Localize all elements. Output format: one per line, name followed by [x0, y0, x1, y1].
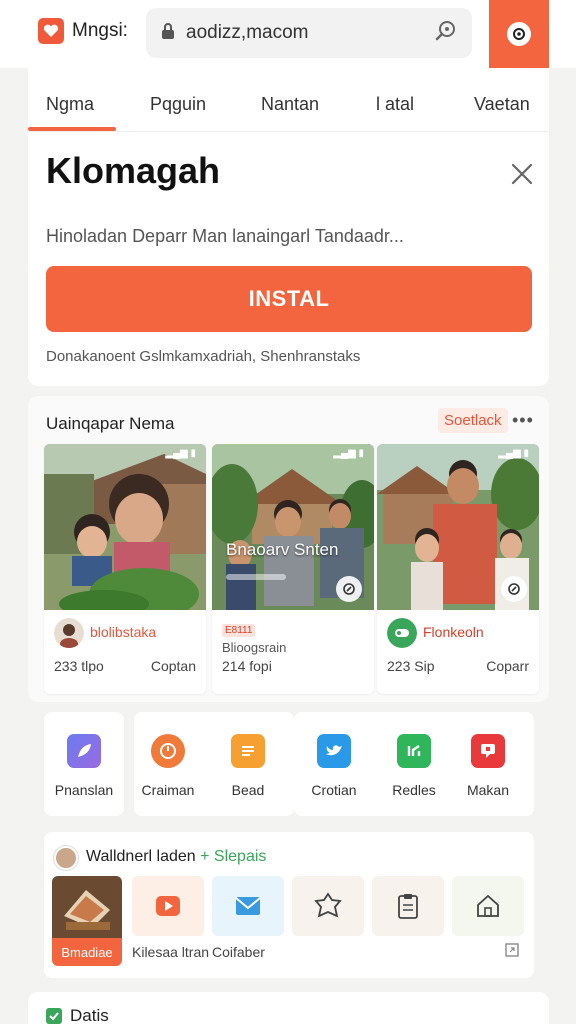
- section-title: Uainqapar Nema: [46, 414, 175, 433]
- expand-icon[interactable]: [504, 942, 520, 958]
- follow-title-text: Walldnerl laden: [86, 848, 196, 865]
- app-crotian[interactable]: Crotian: [294, 712, 374, 816]
- status-icons: ▂▄▆ ▮: [333, 448, 364, 459]
- channel-badge-icon: [501, 576, 527, 602]
- channel-badge-icon: [336, 576, 362, 602]
- video-card[interactable]: ▂▄▆ ▮ Flonkeoln 223 Sip Coparr: [377, 444, 539, 694]
- browser-topbar: Mngsi: aodizz,macom: [0, 0, 576, 68]
- mail-icon: [235, 897, 261, 915]
- tab-ngma[interactable]: Ngma: [46, 94, 94, 115]
- bird-icon: [317, 734, 351, 768]
- close-icon[interactable]: [510, 162, 534, 186]
- video-card[interactable]: ▂▄▆ ▮ Bnaoarv Snten E8111 Blioogsrain 21…: [212, 444, 374, 694]
- badge-icon: [314, 892, 342, 918]
- active-tab-indicator: [28, 127, 116, 131]
- bottom-label: Datis: [70, 1006, 109, 1024]
- chat-icon: [471, 734, 505, 768]
- avatar: [54, 618, 84, 648]
- video-thumbnail: [44, 444, 206, 610]
- bottom-card: Datis: [28, 992, 549, 1024]
- app-label: Pnanslan: [54, 782, 114, 798]
- voice-search-icon[interactable]: [434, 19, 458, 48]
- tile-caption: Coifaber: [212, 944, 265, 960]
- url-text: aodizz,macom: [186, 22, 309, 43]
- app-craiman[interactable]: Craiman: [128, 712, 208, 816]
- app-label: Craiman: [141, 782, 195, 798]
- chart-icon: [397, 734, 431, 768]
- channel-logo-icon: [387, 618, 417, 648]
- video-tag: E8111: [222, 624, 256, 637]
- heart-logo-icon: [38, 18, 64, 44]
- tab-nantan[interactable]: Nantan: [261, 94, 319, 115]
- promo-headline: Klomagah: [46, 150, 221, 191]
- follow-add-link[interactable]: + Slepais: [200, 848, 266, 865]
- promo-description: Hinoladan Deparr Man lanaingarl Tandaadr…: [46, 226, 404, 246]
- channel-name: Flonkeoln: [423, 624, 484, 640]
- home-tile[interactable]: [452, 876, 524, 936]
- video-action[interactable]: Coparr: [486, 658, 529, 674]
- lock-icon: [160, 22, 176, 45]
- app-shortcuts: Pnanslan Craiman Bead Crotian Redles Mak…: [44, 712, 534, 816]
- tab-vaetan[interactable]: Vaetan: [474, 94, 530, 115]
- see-all-chip[interactable]: Soetlack: [438, 408, 508, 433]
- app-makan[interactable]: Makan: [448, 712, 528, 816]
- view-count: 223 Sip: [387, 658, 435, 674]
- channel-name: Blioogsrain: [222, 640, 287, 655]
- avatar: [54, 846, 78, 870]
- featured-photo[interactable]: Bmadiae: [52, 876, 122, 966]
- promo-card: Ngma Pqguin Nantan l atal Vaetan Klomaga…: [28, 68, 549, 386]
- food-photo-icon: [52, 876, 122, 938]
- app-bead[interactable]: Bead: [208, 712, 288, 816]
- app-label: Crotian: [311, 782, 357, 798]
- video-overlay-bar: [226, 574, 286, 580]
- tab-latal[interactable]: l atal: [376, 94, 414, 115]
- account-button[interactable]: [489, 0, 549, 68]
- status-icons: ▂▄▆ ▮: [165, 448, 196, 459]
- promo-subinfo: Donakanoent Gslmkamxadriah, Shenhranstak…: [46, 348, 361, 365]
- profile-icon: [507, 22, 531, 46]
- install-button[interactable]: INSTAL: [46, 266, 532, 332]
- follow-title: Walldnerl laden + Slepais: [86, 848, 266, 866]
- video-overlay-title: Bnaoarv Snten: [226, 540, 339, 559]
- status-icons: ▂▄▆ ▮: [498, 448, 529, 459]
- play-icon: [156, 896, 180, 916]
- app-label: Bead: [231, 782, 265, 798]
- app-redles[interactable]: Redles: [374, 712, 454, 816]
- clipboard-icon: [398, 894, 418, 919]
- url-bar[interactable]: aodizz,macom: [146, 8, 472, 58]
- tile-caption: Kilesaa ltran: [132, 944, 210, 960]
- brand[interactable]: Mngsi:: [38, 18, 128, 44]
- notes-icon: [231, 734, 265, 768]
- tab-pqguin[interactable]: Pqguin: [150, 94, 206, 115]
- video-card[interactable]: ▂▄▆ ▮ blolibstaka 233 tlpo Coptan: [44, 444, 206, 694]
- play-tile[interactable]: [132, 876, 204, 936]
- channel-name: blolibstaka: [90, 624, 157, 640]
- featured-photo-label: Bmadiae: [52, 938, 122, 966]
- view-count: 214 fopi: [222, 658, 272, 674]
- badge-tile[interactable]: [292, 876, 364, 936]
- follow-card: Walldnerl laden + Slepais Bmadiae Kilesa…: [44, 832, 534, 978]
- video-action[interactable]: Coptan: [151, 658, 196, 674]
- check-icon: [46, 1008, 62, 1024]
- clipboard-tile[interactable]: [372, 876, 444, 936]
- home-icon: [477, 894, 499, 917]
- app-label: Redles: [392, 782, 436, 798]
- view-count: 233 tlpo: [54, 658, 104, 674]
- app-label: Makan: [466, 782, 510, 798]
- feather-icon: [67, 734, 101, 768]
- tab-bar: Ngma Pqguin Nantan l atal Vaetan: [28, 68, 549, 132]
- mail-tile[interactable]: [212, 876, 284, 936]
- brand-name: Mngsi:: [72, 20, 128, 41]
- recommendations-card: Uainqapar Nema Soetlack ••• ▂▄▆ ▮ blolib…: [28, 396, 549, 702]
- app-pnanslan[interactable]: Pnanslan: [44, 712, 124, 816]
- more-options-icon[interactable]: •••: [512, 410, 534, 431]
- target-icon: [151, 734, 185, 768]
